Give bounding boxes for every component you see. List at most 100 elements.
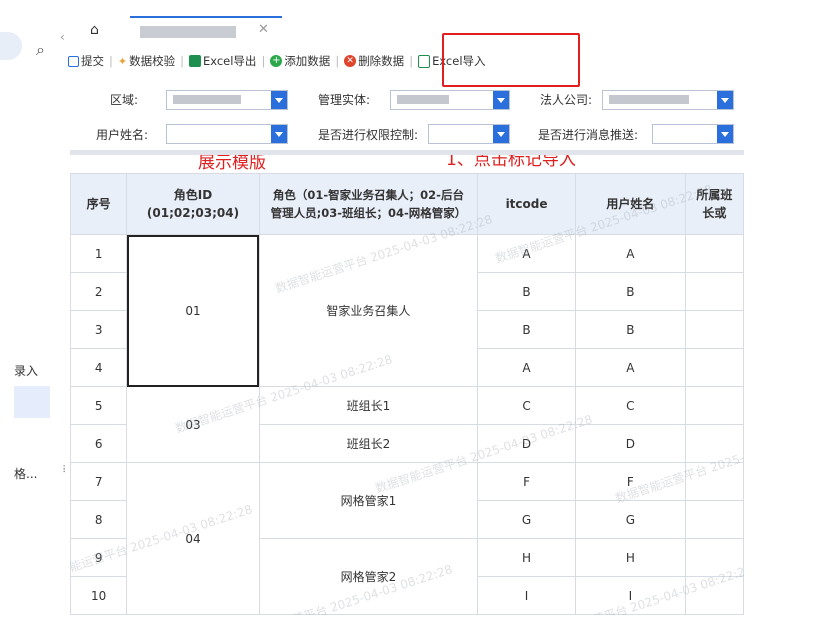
chevron-down-icon[interactable] <box>493 91 509 109</box>
role-cell[interactable]: 网格管家1 <box>258 462 479 539</box>
tab-label-redacted <box>140 26 236 38</box>
search-icon[interactable]: ⌕ <box>36 40 45 60</box>
sidebar-item-luru[interactable]: 录入 <box>14 362 38 379</box>
team-cell[interactable] <box>684 576 744 615</box>
permission-label: 是否进行权限控制: <box>318 128 419 142</box>
team-cell[interactable] <box>684 538 744 577</box>
chevron-down-icon[interactable] <box>717 91 733 109</box>
filter-username: 用户姓名: <box>96 126 148 143</box>
sidebar-toggle[interactable] <box>0 32 22 60</box>
seq-cell[interactable]: 5 <box>70 386 128 425</box>
submit-label: 提交 <box>81 54 104 68</box>
tab-active[interactable]: ✕ <box>130 16 282 46</box>
itcode-cell[interactable]: F <box>477 462 576 501</box>
header-role-id[interactable]: 角色ID (01;02;03;04) <box>126 173 260 235</box>
seq-cell[interactable]: 10 <box>70 576 128 615</box>
highlight-box <box>442 33 580 87</box>
seq-cell[interactable]: 1 <box>70 234 128 273</box>
sidebar-item-gege[interactable]: 格... <box>14 465 37 482</box>
add-icon: + <box>270 55 283 67</box>
itcode-cell[interactable]: C <box>477 386 576 425</box>
username-cell[interactable]: A <box>574 234 686 273</box>
seq-cell[interactable]: 4 <box>70 348 128 387</box>
role-cell[interactable]: 智家业务召集人 <box>258 234 479 387</box>
username-cell[interactable]: B <box>574 272 686 311</box>
team-cell[interactable] <box>684 424 744 463</box>
header-username[interactable]: 用户姓名 <box>574 173 686 235</box>
username-cell[interactable]: A <box>574 348 686 387</box>
header-seq[interactable]: 序号 <box>70 173 128 235</box>
username-cell[interactable]: F <box>574 462 686 501</box>
username-cell[interactable]: D <box>574 424 686 463</box>
username-cell[interactable]: G <box>574 500 686 539</box>
header-label: 管理人员;03-班组长；04-网格管家） <box>270 206 467 220</box>
message-select[interactable] <box>652 124 734 144</box>
team-cell[interactable] <box>684 462 744 501</box>
team-cell[interactable] <box>684 386 744 425</box>
table-row[interactable]: 5 03 班组长1 C C <box>70 386 744 463</box>
seq-cell[interactable]: 2 <box>70 272 128 311</box>
seq-cell[interactable]: 8 <box>70 500 128 539</box>
table-row[interactable]: 1 01 智家业务召集人 A A <box>70 234 744 387</box>
header-label: 角色（01-智家业务召集人；02-后台 <box>272 188 464 202</box>
team-cell[interactable] <box>684 234 744 273</box>
itcode-cell[interactable]: D <box>477 424 576 463</box>
itcode-cell[interactable]: I <box>477 576 576 615</box>
excel-export-button[interactable]: Excel导出 <box>188 53 256 69</box>
submit-button[interactable]: 提交 <box>68 53 104 69</box>
header-label: 角色ID <box>173 188 213 202</box>
header-itcode[interactable]: itcode <box>477 173 576 235</box>
chevron-left-icon[interactable]: ‹ <box>60 30 65 44</box>
role-cell[interactable]: 班组长1 <box>258 386 479 425</box>
excel-icon <box>188 55 201 67</box>
delete-data-label: 删除数据 <box>358 54 405 68</box>
home-icon[interactable]: ⌂ <box>90 22 99 38</box>
seq-cell[interactable]: 3 <box>70 310 128 349</box>
sidebar-item-active[interactable] <box>14 386 50 418</box>
table-row[interactable]: 7 04 网格管家1 F F <box>70 462 744 615</box>
validate-button[interactable]: ✦ 数据校验 <box>118 53 175 69</box>
team-cell[interactable] <box>684 500 744 539</box>
role-id-cell[interactable]: 03 <box>126 386 260 463</box>
seq-cell[interactable]: 7 <box>70 462 128 501</box>
itcode-cell[interactable]: G <box>477 500 576 539</box>
add-data-button[interactable]: + 添加数据 <box>270 53 330 69</box>
role-id-cell[interactable]: 01 <box>126 234 260 387</box>
chevron-down-icon[interactable] <box>493 125 509 143</box>
header-label: 所属班 <box>696 188 733 202</box>
entity-select[interactable] <box>390 90 510 110</box>
role-id-cell[interactable]: 04 <box>126 462 260 615</box>
permission-select[interactable] <box>428 124 510 144</box>
seq-cell[interactable]: 9 <box>70 538 128 577</box>
header-role[interactable]: 角色（01-智家业务召集人；02-后台 管理人员;03-班组长；04-网格管家） <box>258 173 479 235</box>
seq-cell[interactable]: 6 <box>70 424 128 463</box>
toolbar: 提交 | ✦ 数据校验 | Excel导出 | + 添加数据 | ✕ 删除数据 … <box>68 50 486 72</box>
company-select[interactable] <box>602 90 734 110</box>
chevron-down-icon[interactable] <box>717 125 733 143</box>
redacted-value <box>609 95 689 104</box>
itcode-cell[interactable]: B <box>477 310 576 349</box>
username-select[interactable] <box>166 124 288 144</box>
itcode-cell[interactable]: H <box>477 538 576 577</box>
close-icon[interactable]: ✕ <box>258 22 269 37</box>
team-cell[interactable] <box>684 310 744 349</box>
username-cell[interactable]: H <box>574 538 686 577</box>
username-cell[interactable]: C <box>574 386 686 425</box>
username-cell[interactable]: I <box>574 576 686 615</box>
team-cell[interactable] <box>684 348 744 387</box>
role-cell[interactable]: 网格管家2 <box>258 538 479 615</box>
entity-label: 管理实体: <box>318 93 371 107</box>
team-cell[interactable] <box>684 272 744 311</box>
role-cell[interactable]: 班组长2 <box>258 424 479 463</box>
username-cell[interactable]: B <box>574 310 686 349</box>
delete-data-button[interactable]: ✕ 删除数据 <box>344 53 404 69</box>
chevron-down-icon[interactable] <box>271 91 287 109</box>
itcode-cell[interactable]: A <box>477 348 576 387</box>
itcode-cell[interactable]: A <box>477 234 576 273</box>
chevron-down-icon[interactable] <box>271 125 287 143</box>
header-team[interactable]: 所属班 长或 <box>684 173 744 235</box>
itcode-cell[interactable]: B <box>477 272 576 311</box>
region-select[interactable] <box>166 90 288 110</box>
tab-bar: ⌂ ✕ <box>68 0 744 46</box>
table-header-row: 序号 角色ID (01;02;03;04) 角色（01-智家业务召集人；02-后台… <box>70 173 744 235</box>
